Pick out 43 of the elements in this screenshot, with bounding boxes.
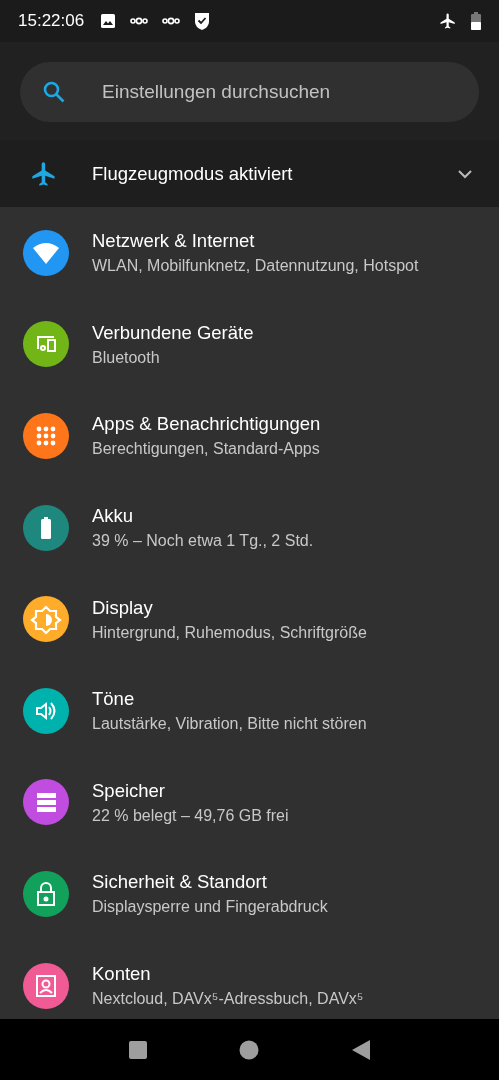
link-icon [130, 16, 149, 26]
search-icon [42, 80, 66, 104]
item-title: Display [92, 596, 154, 619]
item-summary: Displaysperre und Fingerabdruck [92, 898, 328, 917]
item-title: Sicherheit & Standort [92, 871, 268, 894]
link-icon [162, 16, 181, 26]
item-summary: Hintergrund, Ruhemodus, Schriftgröße [92, 623, 367, 642]
banner-title: Flugzeugmodus aktiviert [92, 162, 294, 185]
back-button[interactable] [351, 1038, 372, 1061]
item-summary: Berechtigungen, Standard-Apps [92, 440, 321, 459]
chevron-icon[interactable] [457, 168, 473, 179]
settings-item[interactable]: Verbundene Geräte Bluetooth [0, 298, 499, 391]
settings-item[interactable]: Sicherheit & Standort Displaysperre und Fingerabdruck [0, 848, 499, 940]
item-summary: WLAN, Mobilfunknetz, Datennutzung, Hotspot [92, 257, 419, 276]
airplane-icon [30, 159, 58, 188]
item-summary: 39 % – Noch etwa 1 Tg., 2 Std. [92, 532, 314, 551]
settings-item[interactable]: Konten Nextcloud, DAVx⁵-Adressbuch, DAVx⁵ [0, 939, 499, 1019]
clock: 15:22:06 [18, 11, 85, 31]
airplane-icon [439, 12, 457, 30]
item-title: Verbundene Geräte [92, 321, 254, 344]
item-summary: Bluetooth [92, 348, 161, 367]
settings-item[interactable]: Netzwerk & Internet WLAN, Mobilfunknetz, Datennutzung, Hotspot [0, 207, 499, 299]
settings-item[interactable]: Töne Lautstärke, Vibration, Bitte nicht stören [0, 664, 499, 757]
image-icon [100, 13, 117, 29]
battery-icon [471, 12, 481, 30]
item-summary: 22 % belegt – 49,76 GB frei [92, 806, 289, 825]
item-title: Netzwerk & Internet [92, 230, 256, 253]
settings-item[interactable]: Display Hintergrund, Ruhemodus, Schriftgröße [0, 573, 499, 665]
item-title: Töne [92, 688, 136, 711]
airplane-mode-banner[interactable]: Flugzeugmodus aktiviert [0, 140, 499, 207]
item-title: Akku [92, 505, 135, 528]
overview-button[interactable] [127, 1039, 148, 1060]
shield-icon [194, 12, 211, 30]
item-title: Apps & Benachrichtigungen [92, 413, 321, 436]
settings-item[interactable]: Akku 39 % – Noch etwa 1 Tg., 2 Std. [0, 481, 499, 574]
item-title: Konten [92, 963, 152, 986]
home-button[interactable] [239, 1039, 260, 1060]
item-summary: Lautstärke, Vibration, Bitte nicht stören [92, 715, 367, 734]
settings-item[interactable]: Speicher 22 % belegt – 49,76 GB frei [0, 756, 499, 849]
search-field[interactable]: Einstellungen durchsuchen [20, 62, 479, 122]
item-title: Speicher [92, 779, 166, 802]
settings-item[interactable]: Apps & Benachrichtigungen Berechtigungen, Standard-Apps [0, 390, 499, 482]
item-summary: Nextcloud, DAVx⁵-Adressbuch, DAVx⁵ [92, 990, 364, 1009]
